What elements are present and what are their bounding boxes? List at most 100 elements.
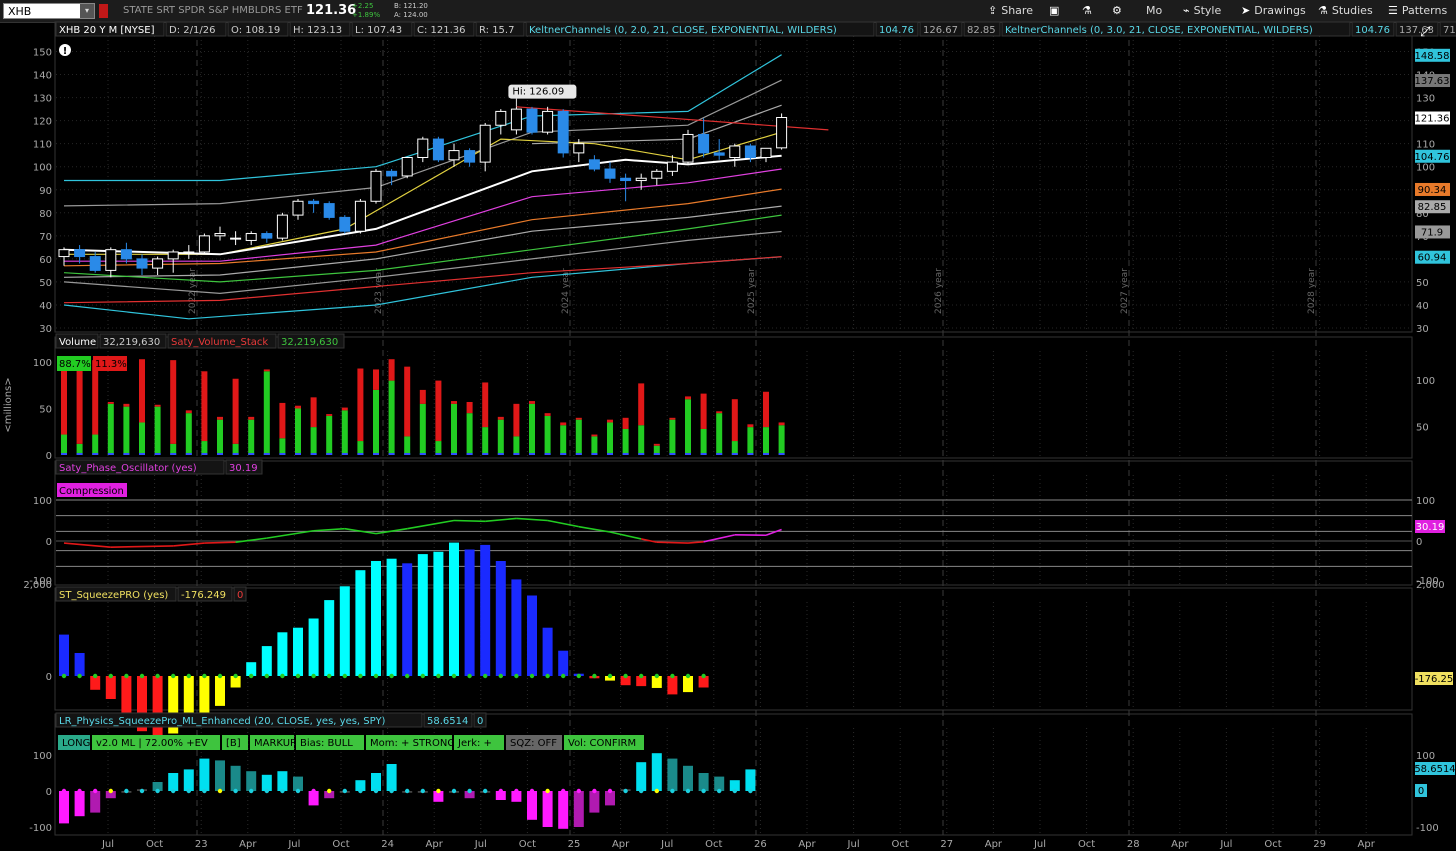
volume-bar-sell — [139, 359, 145, 423]
lr-dot — [61, 788, 67, 794]
lr-badge: Jerk: + — [457, 738, 492, 749]
lr-dot — [233, 788, 238, 794]
price-tag: 137.63 — [1415, 76, 1450, 87]
candle-body — [276, 214, 288, 239]
phase-osc-line — [609, 531, 642, 540]
lr-dot — [342, 788, 347, 794]
lr-dot — [498, 788, 503, 794]
volume-bar-buy — [123, 406, 130, 455]
volume-bar-buy — [263, 371, 270, 455]
squeeze-dot — [436, 673, 441, 679]
lr-badge: Vol: CONFIRM — [568, 738, 636, 749]
candle-body — [105, 249, 117, 271]
price-axis-left-tick: 130 — [33, 94, 52, 105]
volume-bar-base — [685, 453, 691, 455]
volume-bar-sell — [388, 359, 395, 381]
lr-dot — [639, 788, 644, 794]
volume-bar-buy — [622, 428, 629, 455]
volume-header-text: Volume — [59, 337, 96, 348]
candle-body — [308, 200, 320, 205]
price-tag: 121.36 — [1415, 114, 1450, 125]
x-axis-label: Oct — [705, 839, 722, 850]
lr-dot — [467, 788, 472, 794]
lr-dot — [264, 788, 269, 794]
lr-dot — [607, 788, 613, 794]
lr-header-text: 0 — [477, 716, 483, 727]
squeeze-bar — [558, 650, 569, 676]
squeeze-bar — [308, 618, 319, 676]
squeeze-bar — [215, 676, 225, 706]
lr-badge: MARKUP — [254, 738, 296, 749]
volume-bar-sell — [778, 422, 785, 426]
x-axis-label: Apr — [239, 839, 257, 850]
volume-bar-sell — [482, 382, 489, 428]
candle-body — [479, 124, 491, 163]
volume-bar-base — [763, 453, 769, 455]
lr-dot — [701, 788, 706, 794]
lr-dot — [280, 788, 285, 794]
volume-bar-sell — [170, 360, 177, 444]
lr-dot — [171, 788, 176, 794]
lr-dot — [748, 788, 753, 794]
year-label: 2026 year — [934, 268, 944, 314]
candle-body — [183, 251, 195, 254]
price-axis-left-tick: 40 — [39, 301, 52, 312]
lr-bar — [371, 773, 381, 791]
squeeze-dot — [342, 673, 347, 679]
volume-bar-sell — [419, 389, 426, 404]
squeeze-bar — [371, 561, 381, 676]
lr-dot — [436, 788, 441, 794]
phase-osc-line — [204, 541, 236, 544]
volume-bar-base — [591, 453, 598, 455]
volume-bar-base — [513, 453, 520, 455]
phase-value-tag: 30.19 — [1416, 522, 1445, 533]
volume-bar-base — [295, 453, 301, 455]
candle-body — [401, 157, 413, 177]
squeeze-dot — [670, 673, 675, 679]
candle-body — [245, 233, 257, 241]
volume-header-text: 32,219,630 — [103, 337, 160, 348]
volume-bar-base — [201, 453, 208, 455]
volume-bar-base — [357, 453, 364, 455]
volume-bar-buy — [513, 436, 520, 455]
x-axis-label: Jul — [1033, 839, 1046, 850]
volume-bar-buy — [607, 422, 613, 455]
volume-bar-base — [310, 453, 317, 455]
candle-body — [230, 237, 242, 240]
squeeze-bar — [667, 676, 678, 695]
volume-bar-buy — [404, 436, 411, 455]
volume-bar-buy — [685, 399, 691, 455]
lr-dot — [483, 788, 488, 794]
volume-bar-sell — [560, 422, 567, 426]
squeeze-dot — [483, 673, 488, 679]
volume-bar-buy — [700, 428, 707, 455]
volume-bar-sell — [607, 419, 613, 423]
squeeze-bar — [480, 544, 491, 676]
volume-bar-sell — [201, 371, 208, 442]
squeeze-dot — [420, 673, 425, 679]
volume-bar-base — [217, 453, 223, 455]
squeeze-dot — [280, 673, 285, 679]
volume-bar-sell — [591, 434, 598, 437]
volume-bar-buy — [482, 427, 489, 455]
phase-osc-line — [407, 519, 455, 530]
candle-body — [651, 170, 663, 179]
chart-area[interactable]: 1501501401401301301201201101101001009090… — [0, 0, 1456, 851]
volume-bar-base — [638, 453, 645, 455]
price-header-text: 104.76 — [879, 25, 914, 36]
volume-bar-buy — [388, 380, 395, 455]
squeeze-dot — [311, 673, 316, 679]
volume-bar-buy — [61, 434, 67, 455]
squeeze-bar — [433, 551, 444, 676]
squeeze-axis-left-tick: 2,000 — [23, 580, 52, 591]
x-axis-label: 27 — [940, 839, 953, 850]
volume-bar-base — [669, 453, 676, 455]
lr-badge: [B] — [226, 738, 241, 749]
chart-expand-icon: ⤢ — [1420, 25, 1430, 40]
phase-header-text: Saty_Phase_Oscillator (yes) — [59, 463, 197, 474]
lr-dot — [529, 788, 535, 794]
squeeze-bar — [511, 579, 522, 676]
lr-bar — [558, 791, 569, 829]
volume-bar-sell — [76, 358, 83, 444]
squeeze-header-text: 0 — [237, 590, 243, 601]
